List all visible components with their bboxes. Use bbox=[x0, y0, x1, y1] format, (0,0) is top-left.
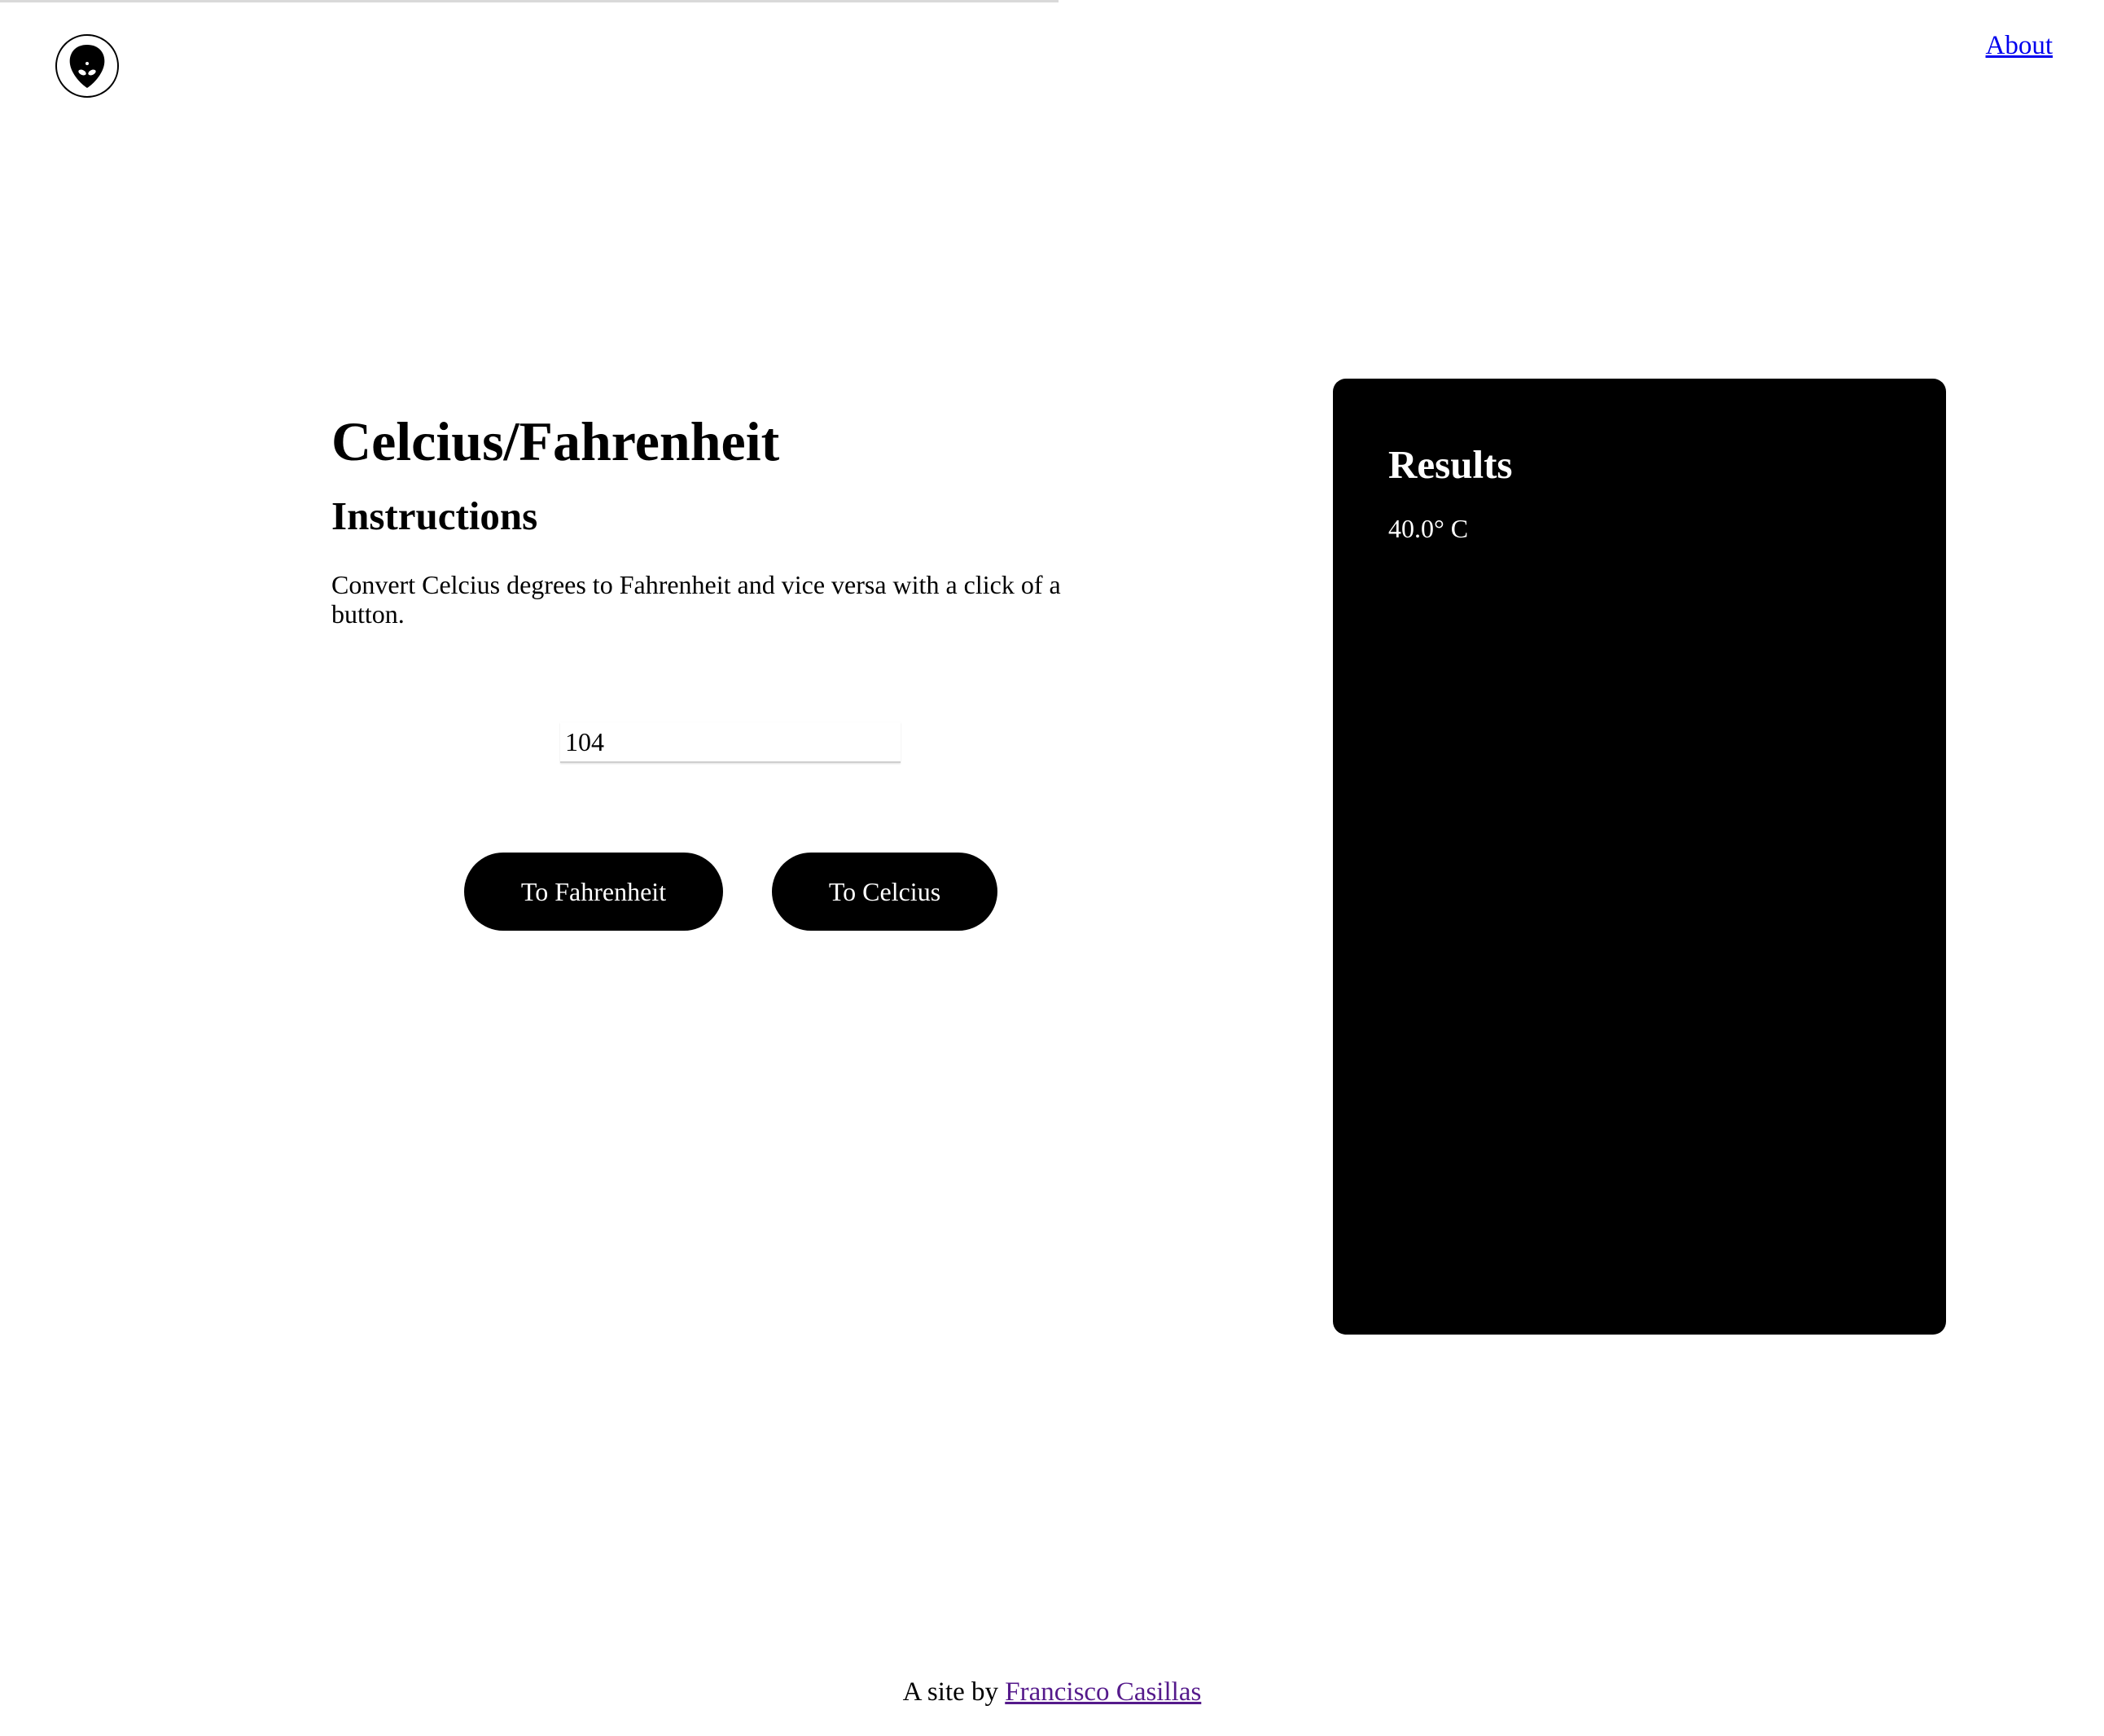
footer-prefix: A site by bbox=[902, 1677, 999, 1707]
results-heading: Results bbox=[1388, 442, 1513, 487]
result-value: 40.0° C bbox=[1388, 514, 1469, 543]
site-logo[interactable] bbox=[55, 34, 119, 98]
to-fahrenheit-button[interactable]: To Fahrenheit bbox=[464, 853, 723, 931]
footer: A site by Francisco Casillas bbox=[0, 1676, 2104, 1708]
converter-section: Celcius/Fahrenheit Instructions Convert … bbox=[331, 407, 1097, 629]
to-celcius-button[interactable]: To Celcius bbox=[772, 853, 997, 931]
results-card: Results 40.0° C bbox=[1333, 379, 1946, 1335]
top-border bbox=[0, 0, 1059, 2]
instructions-text: Convert Celcius degrees to Fahrenheit an… bbox=[331, 570, 1061, 629]
about-link[interactable]: About bbox=[1986, 31, 2054, 61]
author-link[interactable]: Francisco Casillas bbox=[1005, 1677, 1201, 1707]
instructions-heading: Instructions bbox=[331, 493, 538, 538]
alien-head-icon bbox=[69, 45, 105, 88]
temperature-input[interactable] bbox=[560, 722, 901, 763]
page-title: Celcius/Fahrenheit bbox=[331, 410, 780, 472]
